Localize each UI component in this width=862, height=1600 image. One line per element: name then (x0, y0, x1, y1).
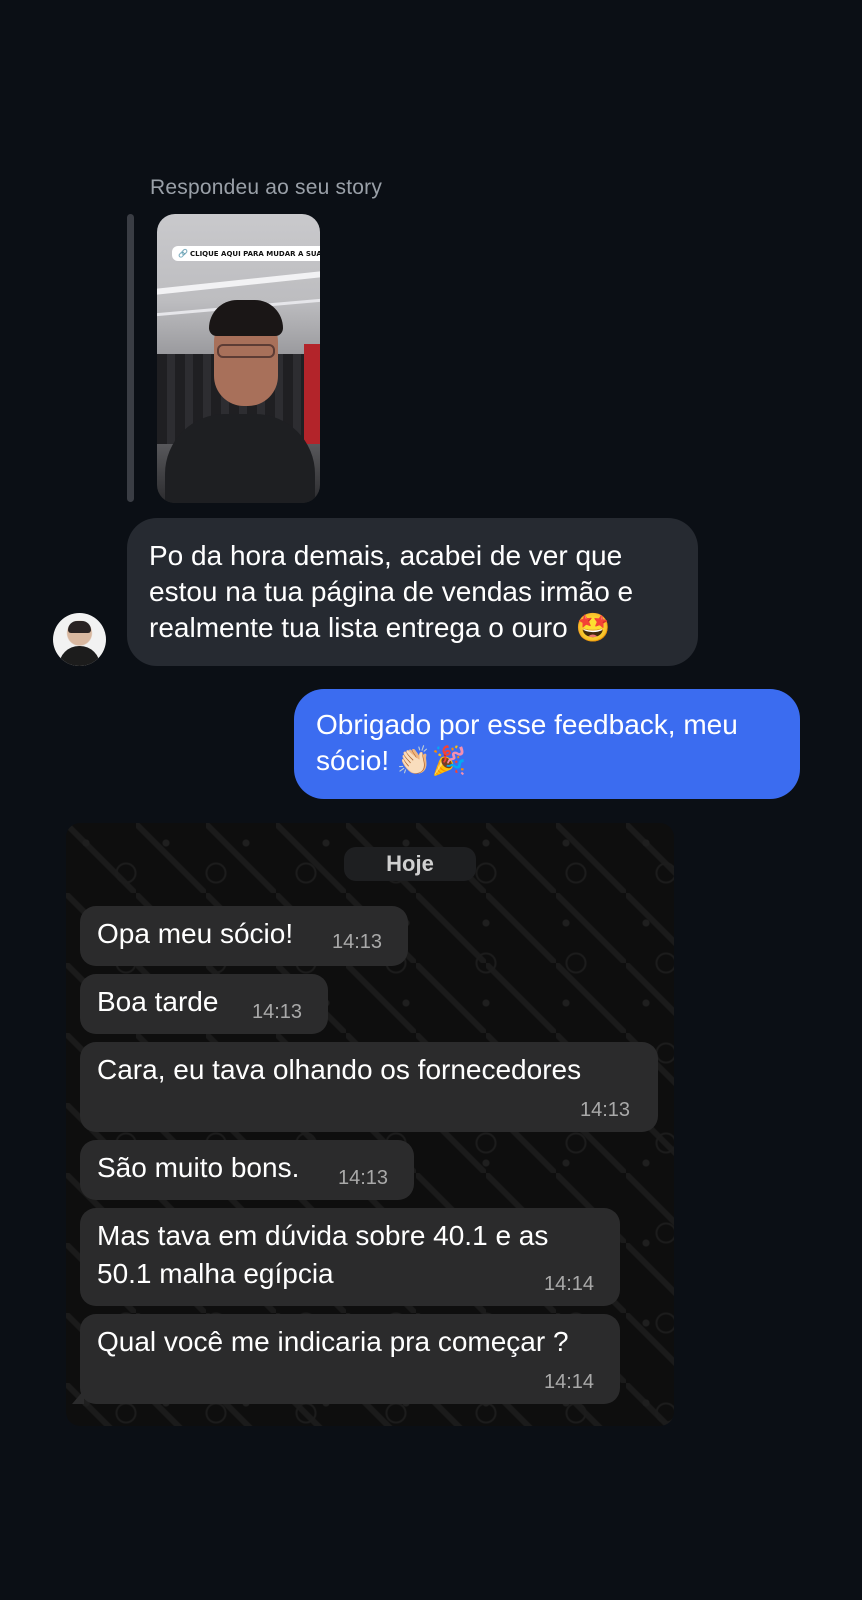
incoming-message-bubble[interactable]: Po da hora demais, acabei de ver que est… (127, 518, 698, 666)
wa-message-time: 14:13 (338, 1167, 389, 1189)
wa-message-bubble: Boa tarde 14:13 (80, 974, 328, 1034)
wa-message-time: 14:14 (544, 1273, 595, 1295)
date-pill: Hoje (344, 847, 476, 881)
avatar[interactable] (53, 613, 106, 666)
wa-message-bubble: Opa meu sócio! 14:13 (80, 906, 408, 966)
wa-message-text: São muito bons. (97, 1152, 300, 1183)
message-line: Obrigado por esse feedback, meu (316, 709, 738, 740)
outgoing-message-bubble[interactable]: Obrigado por esse feedback, meu sócio! 👏… (294, 689, 800, 799)
story-sticker-text: CLIQUE AQUI PARA MUDAR A SUA VIDA! (189, 250, 320, 258)
wa-message-text: Mas tava em dúvida sobre 40.1 e as (97, 1220, 549, 1251)
story-person (165, 414, 315, 503)
message-line: realmente tua lista entrega o ouro 🤩 (149, 612, 611, 643)
wa-message-bubble: Cara, eu tava olhando os fornecedores 14… (80, 1042, 658, 1132)
wa-message-bubble: Qual você me indicaria pra começar ? 14:… (72, 1314, 620, 1404)
wa-message-bubble: Mas tava em dúvida sobre 40.1 e as 50.1 … (80, 1208, 620, 1306)
story-person (217, 344, 275, 358)
avatar-body (59, 646, 100, 666)
whatsapp-screenshot-image[interactable]: Hoje Opa meu sócio! 14:13 Boa tarde 14:1… (66, 823, 674, 1426)
wa-message-bubble: São muito bons. 14:13 (80, 1140, 414, 1200)
bubble-tail (72, 1390, 84, 1404)
wa-message-time: 14:13 (332, 931, 383, 953)
wa-message-text: Opa meu sócio! (97, 918, 294, 949)
story-link-sticker[interactable]: 🔗CLIQUE AQUI PARA MUDAR A SUA VIDA! (172, 246, 320, 261)
reply-header: Respondeu ao seu story (150, 176, 383, 199)
wa-message-time: 14:13 (252, 1001, 303, 1023)
wa-message-time: 14:13 (580, 1099, 631, 1121)
wa-message-text: Boa tarde (97, 986, 219, 1017)
message-line: Po da hora demais, acabei de ver que (149, 540, 623, 571)
wa-message-text: Qual você me indicaria pra começar ? (97, 1326, 569, 1357)
story-ceiling-light (157, 271, 320, 295)
story-clothing-rack (304, 344, 320, 444)
wa-message-time: 14:14 (544, 1371, 595, 1393)
reply-quote-bar (127, 214, 134, 502)
avatar-hair (68, 621, 91, 633)
wa-message-text: Cara, eu tava olhando os fornecedores (97, 1054, 582, 1085)
story-person (209, 300, 283, 336)
link-icon: 🔗 (178, 249, 188, 258)
wa-message-text: 50.1 malha egípcia (97, 1258, 334, 1289)
story-thumbnail[interactable]: 🔗CLIQUE AQUI PARA MUDAR A SUA VIDA! (157, 214, 320, 503)
message-line: estou na tua página de vendas irmão e (149, 576, 634, 607)
message-line: sócio! 👏🏻🎉 (316, 745, 467, 776)
